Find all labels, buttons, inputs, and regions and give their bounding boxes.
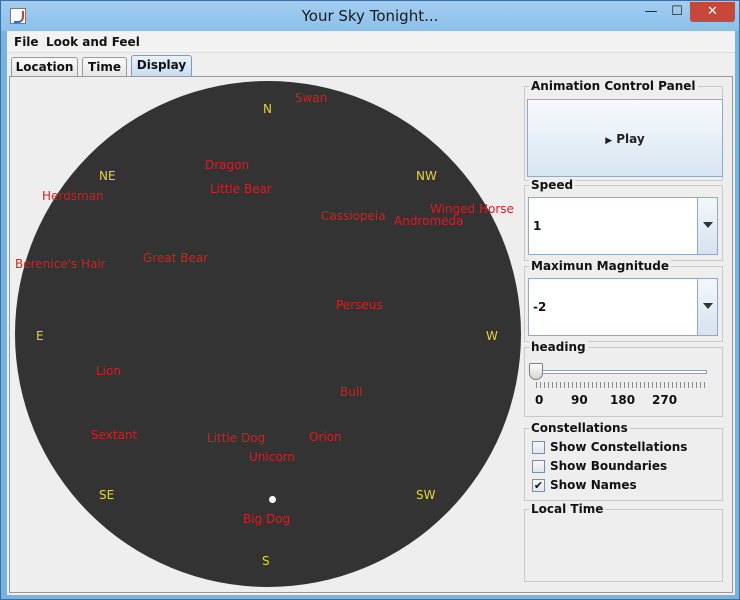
show-boundaries-label: Show Boundaries [550, 459, 668, 473]
tab-location[interactable]: Location [11, 57, 78, 77]
show-names-checkbox[interactable]: ✔ [532, 479, 545, 492]
direction-s: S [262, 554, 270, 568]
play-button[interactable]: ▶ Play [527, 99, 723, 177]
constellation-little-bear: Little Bear [210, 182, 272, 196]
close-button[interactable]: ✕ [690, 2, 735, 22]
heading-slider-ticks [536, 382, 708, 388]
constellation-great-bear: Great Bear [143, 251, 209, 265]
constellation-bull: Bull [340, 385, 363, 399]
constellation-herdsman: Herdsman [42, 189, 104, 203]
constellation-little-dog: Little Dog [207, 431, 266, 445]
constellation-lion: Lion [96, 364, 121, 378]
minimize-button[interactable]: — [638, 2, 664, 22]
client-area: File Look and Feel Location Time Display… [7, 31, 735, 595]
speed-select[interactable]: 1 [528, 197, 718, 255]
constellation-andromeda: Andromeda [394, 214, 464, 228]
sky-map[interactable]: N NE NW E W SE SW S Swan Dragon Little B… [15, 81, 521, 587]
magnitude-title: Maximun Magnitude [529, 259, 671, 273]
heading-slider-thumb[interactable] [529, 363, 543, 380]
constellation-cassiopeia: Cassiopeia [321, 209, 386, 223]
local-time-title: Local Time [529, 502, 606, 516]
menu-file[interactable]: File [14, 35, 39, 49]
tab-display[interactable]: Display [131, 55, 192, 77]
constellation-unicorn: Unicorn [249, 450, 295, 464]
speed-value: 1 [533, 219, 542, 233]
maximize-button[interactable]: ☐ [664, 2, 690, 22]
heading-slider-track[interactable] [537, 370, 707, 374]
animation-control-group: Animation Control Panel ▶ Play [524, 79, 723, 181]
heading-group: heading 0 90 180 270 [524, 340, 723, 417]
heading-title: heading [529, 340, 588, 354]
control-side-panel: Animation Control Panel ▶ Play Speed 1 Ma… [524, 79, 728, 585]
heading-tick-270: 270 [652, 393, 678, 407]
constellations-group: Constellations Show Constellations Show … [524, 421, 723, 501]
display-tab-panel: N NE NW E W SE SW S Swan Dragon Little B… [9, 76, 733, 593]
constellation-berenices-hair: Berenice's Hair [15, 257, 106, 271]
menu-bar: File Look and Feel [7, 31, 735, 53]
constellation-dragon: Dragon [205, 158, 250, 172]
show-boundaries-checkbox[interactable] [532, 460, 545, 473]
heading-tick-90: 90 [571, 393, 588, 407]
magnitude-value: -2 [533, 300, 547, 314]
tab-time[interactable]: Time [82, 57, 127, 77]
constellation-perseus: Perseus [336, 298, 383, 312]
direction-w: W [486, 329, 498, 343]
constellation-swan: Swan [295, 91, 328, 105]
direction-nw: NW [416, 169, 437, 183]
app-window: Your Sky Tonight... — ☐ ✕ File Look and … [0, 0, 740, 600]
play-icon: ▶ [605, 136, 613, 146]
direction-e: E [36, 329, 44, 343]
animation-control-title: Animation Control Panel [529, 79, 698, 93]
constellation-orion: Orion [309, 430, 342, 444]
window-title: Your Sky Tonight... [301, 7, 439, 25]
tab-bar: Location Time Display [7, 55, 735, 77]
constellation-big-dog: Big Dog [243, 512, 291, 526]
show-names-label: Show Names [550, 478, 637, 492]
heading-tick-0: 0 [535, 393, 544, 407]
direction-sw: SW [416, 488, 436, 502]
star-sirius [269, 496, 276, 503]
direction-se: SE [99, 488, 115, 502]
show-constellations-checkbox[interactable] [532, 441, 545, 454]
magnitude-select[interactable]: -2 [528, 278, 718, 336]
constellation-winged-horse: Winged Horse [430, 202, 514, 216]
title-bar[interactable]: Your Sky Tonight... — ☐ ✕ [1, 1, 739, 31]
constellation-sextant: Sextant [91, 428, 138, 442]
direction-ne: NE [99, 169, 116, 183]
local-time-group: Local Time [524, 502, 723, 582]
menu-look-and-feel[interactable]: Look and Feel [46, 35, 140, 49]
constellations-title: Constellations [529, 421, 630, 435]
chevron-down-icon[interactable] [697, 198, 717, 254]
direction-n: N [263, 102, 272, 116]
speed-group: Speed 1 [524, 178, 723, 261]
magnitude-group: Maximun Magnitude -2 [524, 259, 723, 342]
heading-tick-180: 180 [610, 393, 636, 407]
show-constellations-label: Show Constellations [550, 440, 688, 454]
speed-title: Speed [529, 178, 576, 192]
chevron-down-icon[interactable] [697, 279, 717, 335]
play-label: Play [616, 132, 645, 146]
